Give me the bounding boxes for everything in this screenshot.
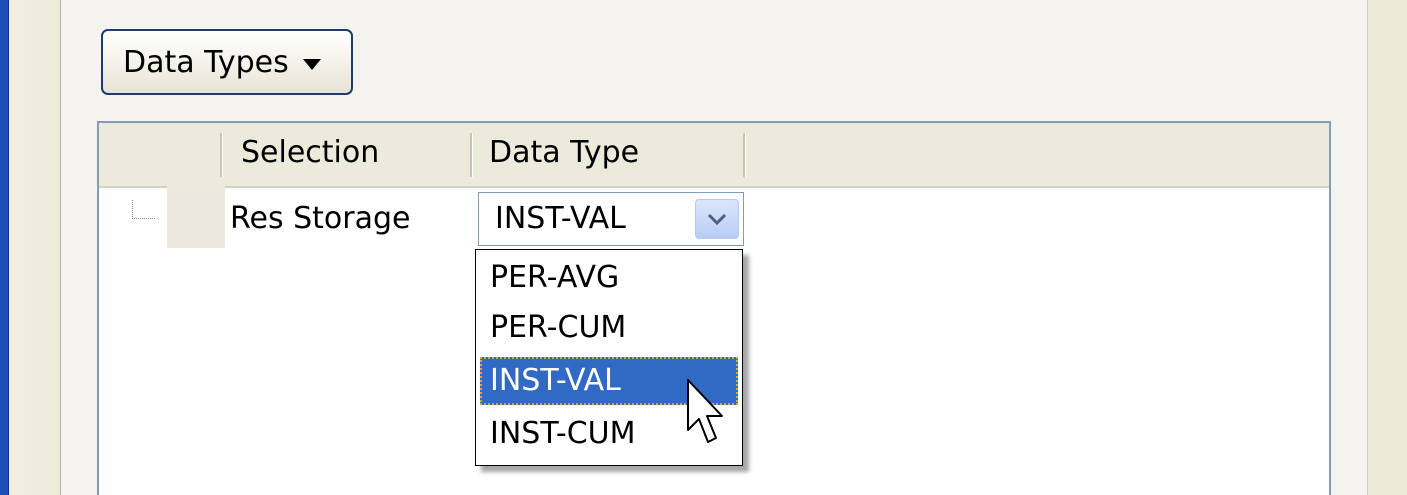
mouse-cursor-icon (687, 379, 723, 443)
data-types-button[interactable]: Data Types (101, 29, 353, 95)
column-header-data-type[interactable]: Data Type (489, 135, 639, 170)
combo-dropdown-button[interactable] (695, 199, 739, 239)
tree-connector-icon (132, 200, 155, 219)
row-header[interactable] (167, 186, 225, 248)
grid-header: Selection Data Type (99, 123, 1329, 188)
data-types-button-label: Data Types (123, 44, 289, 80)
column-separator[interactable] (470, 133, 473, 177)
column-separator[interactable] (220, 133, 223, 177)
desktop-edge (0, 0, 8, 495)
window-left-frame (8, 0, 61, 495)
dropdown-option-per-cum[interactable]: PER-CUM (480, 304, 738, 352)
cell-selection[interactable]: Res Storage (230, 201, 411, 236)
dropdown-arrow-icon (302, 58, 321, 70)
combo-value: INST-VAL (495, 201, 626, 236)
window-right-frame (1367, 0, 1407, 495)
combo-chevron-icon (707, 213, 727, 226)
column-header-selection[interactable]: Selection (241, 135, 379, 170)
dropdown-option-per-avg[interactable]: PER-AVG (480, 254, 738, 302)
column-separator[interactable] (743, 133, 746, 177)
data-type-combobox[interactable]: INST-VAL (478, 192, 744, 246)
